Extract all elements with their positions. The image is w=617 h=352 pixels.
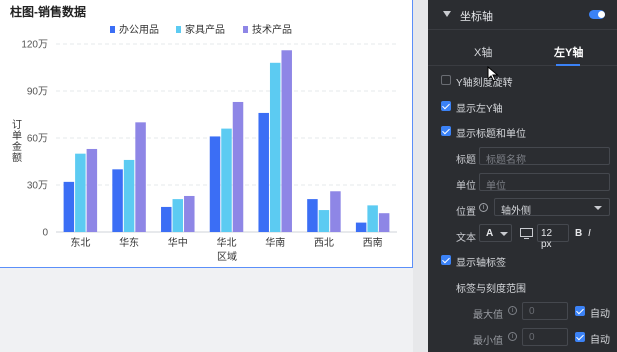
chart-title: 柱图-销售数据 bbox=[10, 5, 86, 19]
bar[interactable] bbox=[209, 136, 221, 232]
title-field-label: 标题 bbox=[456, 155, 476, 166]
y-axis-title-char: 额 bbox=[12, 151, 22, 164]
legend-swatch bbox=[176, 26, 181, 33]
legend-label[interactable]: 家具产品 bbox=[185, 23, 225, 36]
info-icon[interactable]: i bbox=[479, 203, 488, 212]
toggle-knob bbox=[598, 11, 605, 18]
min-label: 最小值 bbox=[473, 336, 503, 347]
bar[interactable] bbox=[232, 101, 244, 232]
tab-x-axis[interactable]: X轴 bbox=[474, 44, 492, 60]
monitor-icon[interactable] bbox=[520, 228, 533, 239]
rotate-label: Y轴刻度旋转 bbox=[456, 78, 513, 89]
max-label: 最大值 bbox=[473, 310, 503, 321]
show-left-y-label: 显示左Y轴 bbox=[456, 104, 503, 115]
show-title-unit-label: 显示标题和单位 bbox=[456, 129, 526, 140]
collapse-triangle-icon[interactable] bbox=[443, 11, 451, 17]
bar[interactable] bbox=[355, 222, 367, 232]
bar[interactable] bbox=[258, 112, 269, 232]
x-tick-label: 华北 bbox=[217, 236, 237, 249]
bar-chart: 东北 华东 华中 华北 华南 西北 西南 0 30万 60万 90万 120万 办公用品 家具产品 技术… bbox=[12, 23, 397, 263]
y-tick-label: 90万 bbox=[27, 87, 48, 98]
italic-button[interactable]: I bbox=[588, 228, 591, 239]
chart-card[interactable]: 东北 华东 华中 华北 华南 西北 西南 0 30万 60万 90万 120万 办公用品 家具产品 技术… bbox=[0, 0, 413, 268]
y-axis-title: 订单金额 bbox=[12, 119, 22, 164]
bar[interactable] bbox=[367, 205, 378, 232]
settings-panel: 坐标轴 X轴 左Y轴 Y轴刻度旋转 显示左Y轴 显示标题和单位 标题 标题名称 … bbox=[428, 0, 617, 352]
y-axis-title-char: 订 bbox=[12, 119, 22, 131]
unit-field-label: 单位 bbox=[456, 181, 476, 192]
active-tab-indicator bbox=[556, 64, 580, 66]
legend-swatch bbox=[110, 26, 115, 33]
font-chevron-down-icon bbox=[500, 232, 508, 236]
axis-section-header[interactable]: 坐标轴 bbox=[428, 0, 617, 30]
x-tick-label: 华南 bbox=[265, 236, 285, 249]
position-select[interactable]: 轴外侧 bbox=[494, 198, 610, 217]
show-title-unit-checkbox[interactable] bbox=[441, 126, 451, 136]
y-tick-label: 60万 bbox=[27, 134, 48, 145]
legend-swatch bbox=[243, 26, 248, 33]
legend-label[interactable]: 办公用品 bbox=[119, 23, 159, 36]
rotate-checkbox[interactable] bbox=[441, 75, 451, 85]
y-axis-title-char: 金 bbox=[12, 140, 22, 153]
bar[interactable] bbox=[172, 199, 184, 232]
section-title: 坐标轴 bbox=[460, 11, 493, 23]
bar[interactable] bbox=[75, 153, 86, 232]
x-axis-title: 区域 bbox=[217, 250, 237, 263]
y-tick-label: 30万 bbox=[27, 181, 48, 192]
min-input[interactable]: 0 bbox=[522, 328, 568, 346]
show-axis-label-label: 显示轴标签 bbox=[456, 258, 506, 269]
bar[interactable] bbox=[63, 181, 75, 232]
bar[interactable] bbox=[184, 195, 195, 232]
bar[interactable] bbox=[378, 213, 390, 232]
bar[interactable] bbox=[86, 148, 98, 232]
range-label: 标签与刻度范围 bbox=[456, 284, 526, 295]
x-tick-label: 华中 bbox=[168, 236, 188, 249]
y-tick-label: 120万 bbox=[21, 40, 48, 51]
show-left-y-checkbox[interactable] bbox=[441, 101, 451, 111]
x-tick-label: 东北 bbox=[70, 236, 90, 249]
axis-tabs: X轴 左Y轴 bbox=[428, 36, 617, 66]
min-auto-label: 自动 bbox=[590, 335, 610, 346]
y-tick-label: 0 bbox=[42, 228, 48, 239]
bar[interactable] bbox=[281, 50, 292, 233]
max-input[interactable]: 0 bbox=[522, 302, 568, 320]
bar[interactable] bbox=[330, 191, 341, 232]
min-info-icon[interactable]: i bbox=[508, 332, 517, 341]
bar[interactable] bbox=[161, 206, 172, 232]
x-tick-label: 西南 bbox=[363, 236, 383, 249]
legend-label[interactable]: 技术产品 bbox=[252, 23, 292, 36]
max-auto-checkbox[interactable] bbox=[575, 306, 585, 316]
max-info-icon[interactable]: i bbox=[508, 306, 517, 315]
bar[interactable] bbox=[221, 128, 232, 232]
max-auto-label: 自动 bbox=[590, 309, 610, 320]
bar[interactable] bbox=[269, 62, 281, 232]
chevron-down-icon bbox=[594, 206, 602, 210]
unit-input[interactable]: 单位 bbox=[479, 173, 610, 192]
x-tick-label: 西北 bbox=[314, 237, 334, 249]
tab-left-y-axis[interactable]: 左Y轴 bbox=[554, 44, 583, 60]
y-axis-title-char: 单 bbox=[12, 130, 22, 142]
font-size-input[interactable]: 12 px bbox=[537, 224, 569, 250]
bar[interactable] bbox=[112, 169, 123, 232]
canvas-scroll-area bbox=[413, 0, 428, 352]
bar[interactable] bbox=[123, 159, 135, 232]
min-auto-checkbox[interactable] bbox=[575, 332, 585, 342]
bar[interactable] bbox=[307, 199, 318, 232]
show-axis-label-checkbox[interactable] bbox=[441, 255, 451, 265]
position-field-label: 位置 bbox=[456, 207, 476, 218]
mouse-cursor-icon bbox=[487, 66, 499, 82]
bold-button[interactable]: B bbox=[575, 228, 582, 239]
text-field-label: 文本 bbox=[456, 233, 476, 244]
x-tick-label: 华东 bbox=[119, 236, 139, 249]
bar[interactable] bbox=[318, 210, 330, 232]
title-input[interactable]: 标题名称 bbox=[479, 147, 610, 166]
bar[interactable] bbox=[135, 122, 146, 232]
